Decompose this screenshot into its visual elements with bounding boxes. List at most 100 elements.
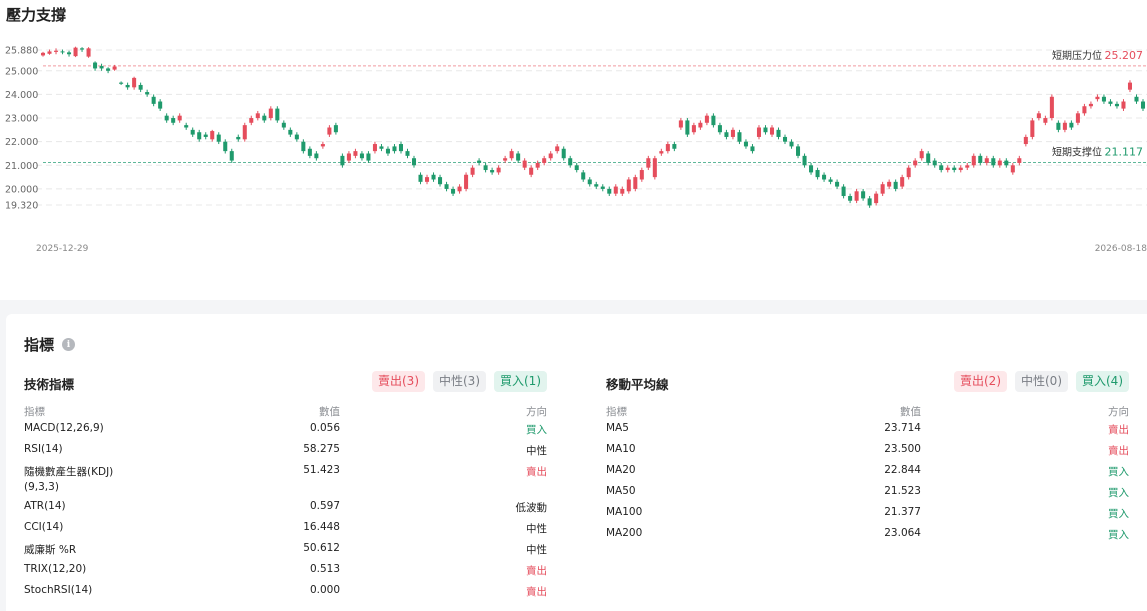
y-tick-label: 23.000 xyxy=(5,114,38,125)
candle-body xyxy=(40,52,46,56)
table-row: StochRSI(14) 0.000 賣出 xyxy=(24,584,547,605)
header-direction: 方向 xyxy=(1108,406,1129,418)
candle-body xyxy=(1140,101,1146,109)
candle-body xyxy=(828,179,833,182)
candle-body xyxy=(327,127,332,135)
candle-body xyxy=(229,151,234,161)
candle-body xyxy=(457,186,462,192)
candle-body xyxy=(138,84,143,90)
indicator-name: MA200 xyxy=(606,527,642,539)
ma-buy-badge[interactable]: 買入(4) xyxy=(1076,371,1129,392)
candle-body xyxy=(197,132,202,140)
candle-body xyxy=(1069,122,1074,128)
technical-neutral-badge[interactable]: 中性(3) xyxy=(433,371,486,392)
candle-body xyxy=(997,160,1002,166)
moving-averages-panel: 移動平均線 賣出(2) 中性(0) 買入(4) 指標 數值 方向 MA5 23.7… xyxy=(606,371,1129,548)
indicator-value: 0.056 xyxy=(309,422,340,434)
candle-body xyxy=(639,170,644,180)
candle-body xyxy=(841,186,846,197)
technical-sell-badge[interactable]: 賣出(3) xyxy=(372,371,425,392)
candle-body xyxy=(730,129,735,137)
candle-body xyxy=(359,153,364,159)
indicator-direction: 買入 xyxy=(1108,466,1129,478)
support-value: 21.117 xyxy=(1105,146,1144,159)
candle-body xyxy=(678,120,683,128)
table-row: MA100 21.377 買入 xyxy=(606,506,1129,527)
candle-body xyxy=(880,184,885,194)
ma-neutral-badge[interactable]: 中性(0) xyxy=(1015,371,1068,392)
candle-body xyxy=(594,184,599,187)
y-tick-label: 21.000 xyxy=(5,161,38,172)
candle-body xyxy=(939,165,944,171)
candle-body xyxy=(782,136,788,142)
candle-body xyxy=(438,177,443,185)
candle-body xyxy=(646,158,651,168)
y-tick-label: 24.000 xyxy=(5,90,38,101)
indicator-name: StochRSI(14) xyxy=(24,584,92,596)
header-indicator: 指標 xyxy=(606,406,627,418)
candle-body xyxy=(314,153,319,159)
header-value: 數值 xyxy=(900,406,921,418)
candle-body xyxy=(54,50,59,52)
candle-body xyxy=(86,48,91,57)
candle-body xyxy=(333,125,338,133)
candle-body xyxy=(503,158,508,161)
table-row: TRIX(12,20) 0.513 賣出 xyxy=(24,563,547,584)
candle-body xyxy=(555,146,560,152)
candle-body xyxy=(685,120,690,135)
candle-body xyxy=(919,151,924,159)
candle-body xyxy=(822,174,827,180)
candle-body xyxy=(724,132,729,137)
table-row: MA10 23.500 賣出 xyxy=(606,443,1129,464)
candle-body xyxy=(288,129,293,135)
candle-body xyxy=(307,148,312,156)
candle-body xyxy=(301,141,306,152)
ma-table-header: 指標 數值 方向 xyxy=(606,404,1129,422)
y-tick-label: 19.320 xyxy=(5,201,38,212)
candle-body xyxy=(776,129,781,137)
x-tick-label: 2025-12-29 xyxy=(36,244,89,254)
candle-body xyxy=(1075,113,1080,123)
candle-body xyxy=(952,167,957,171)
header-direction: 方向 xyxy=(526,406,547,418)
candle-body xyxy=(743,141,748,147)
candle-body xyxy=(47,51,52,54)
candle-body xyxy=(320,144,325,147)
candle-body xyxy=(535,162,540,168)
candle-body xyxy=(516,153,521,161)
header-value: 數值 xyxy=(319,406,340,418)
indicator-name-line: CCI(14) xyxy=(24,521,64,533)
resistance-label: 短期压力位 xyxy=(1052,49,1102,62)
indicator-name: 威廉斯 %R xyxy=(24,542,76,557)
indicator-value: 0.597 xyxy=(309,500,340,512)
technical-buy-badge[interactable]: 買入(1) xyxy=(494,371,547,392)
indicator-name: MA10 xyxy=(606,443,636,455)
candle-body xyxy=(809,165,814,173)
candle-body xyxy=(1108,101,1113,104)
candle-body xyxy=(483,165,488,171)
candle-body xyxy=(633,177,638,189)
indicator-name: CCI(14) xyxy=(24,521,63,533)
indicator-direction: 中性 xyxy=(526,445,547,457)
candle-body xyxy=(913,160,918,166)
candle-body xyxy=(268,108,273,119)
y-tick-label: 20.000 xyxy=(5,184,38,195)
indicator-direction: 中性 xyxy=(526,523,547,535)
candle-body xyxy=(464,174,469,189)
ma-sell-badge[interactable]: 賣出(2) xyxy=(954,371,1007,392)
candle-body xyxy=(1056,122,1061,130)
indicator-name-line: MA20 xyxy=(606,464,636,476)
candle-body xyxy=(158,101,163,109)
candle-body xyxy=(99,66,104,69)
indicator-name-line: MA200 xyxy=(606,527,643,539)
candle-body xyxy=(971,155,976,166)
indicator-value: 21.523 xyxy=(884,485,921,497)
candle-body xyxy=(613,186,618,194)
candlestick-chart[interactable]: 25.880 25.000 24.000 23.000 22.000 21.000 20.0… xyxy=(0,0,1147,300)
info-icon[interactable]: i xyxy=(62,338,76,351)
candle-body xyxy=(1043,118,1048,123)
candle-body xyxy=(119,82,124,84)
support-label: 短期支撑位 xyxy=(1052,146,1102,159)
candle-body xyxy=(203,134,208,137)
table-row: ATR(14) 0.597 低波動 xyxy=(24,500,547,521)
